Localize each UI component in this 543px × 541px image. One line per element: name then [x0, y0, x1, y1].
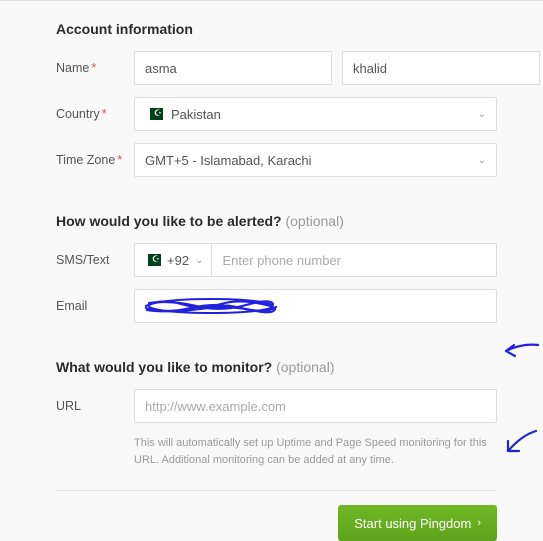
optional-label: (optional)	[276, 359, 334, 375]
submit-button[interactable]: Start using Pingdom ›	[338, 505, 497, 541]
section-monitor-title: What would you like to monitor? (optiona…	[56, 359, 497, 375]
sms-label: SMS/Text	[56, 253, 134, 267]
section-alert-title: How would you like to be alerted? (optio…	[56, 213, 497, 229]
first-name-input[interactable]	[134, 51, 332, 85]
timezone-select[interactable]: GMT+5 - Islamabad, Karachi ⌄	[134, 143, 497, 177]
url-helper-text: This will automatically set up Uptime an…	[134, 435, 497, 468]
phone-input[interactable]	[211, 243, 497, 277]
row-country: Country* Pakistan ⌄	[56, 97, 497, 131]
chevron-right-icon: ›	[477, 517, 481, 529]
url-label: URL	[56, 399, 134, 413]
country-select[interactable]: Pakistan ⌄	[134, 97, 497, 131]
name-label: Name*	[56, 61, 134, 75]
submit-label: Start using Pingdom	[354, 516, 471, 531]
timezone-label: Time Zone*	[56, 153, 134, 167]
dial-code-value: +92	[167, 253, 189, 268]
email-input[interactable]	[134, 289, 497, 323]
url-input[interactable]	[134, 389, 497, 423]
timezone-value: GMT+5 - Islamabad, Karachi	[145, 153, 478, 168]
registration-form: Account information Name* Country* Pakis…	[0, 1, 543, 541]
required-indicator: *	[102, 107, 107, 121]
row-name: Name*	[56, 51, 497, 85]
optional-label: (optional)	[285, 213, 343, 229]
pakistan-flag-icon	[143, 254, 161, 266]
divider	[56, 490, 497, 491]
chevron-down-icon: ⌄	[195, 255, 203, 266]
row-email: Email	[56, 289, 497, 323]
dial-code-select[interactable]: +92 ⌄	[134, 243, 211, 277]
chevron-down-icon: ⌄	[478, 155, 486, 166]
last-name-input[interactable]	[342, 51, 540, 85]
email-label: Email	[56, 299, 134, 313]
form-actions: Start using Pingdom ›	[56, 505, 497, 541]
row-timezone: Time Zone* GMT+5 - Islamabad, Karachi ⌄	[56, 143, 497, 177]
section-account-title: Account information	[56, 21, 497, 37]
required-indicator: *	[91, 61, 96, 75]
country-label: Country*	[56, 107, 134, 121]
redaction-scribble-icon	[141, 294, 281, 318]
row-url: URL	[56, 389, 497, 423]
required-indicator: *	[117, 153, 122, 167]
pakistan-flag-icon	[145, 108, 163, 120]
country-value: Pakistan	[171, 107, 478, 122]
chevron-down-icon: ⌄	[478, 109, 486, 120]
row-sms: SMS/Text +92 ⌄	[56, 243, 497, 277]
